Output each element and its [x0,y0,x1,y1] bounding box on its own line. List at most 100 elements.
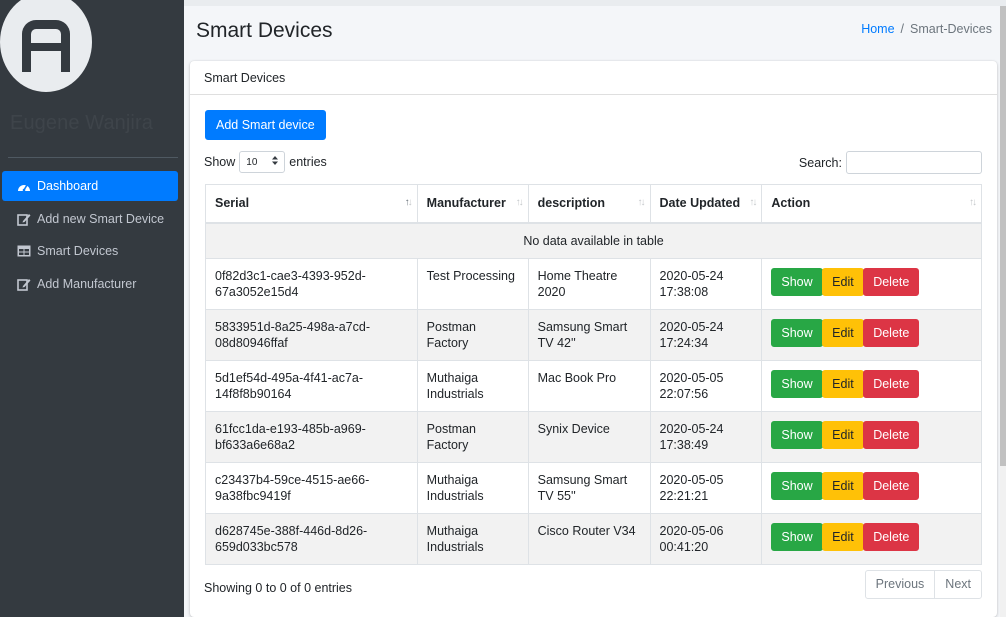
dashboard-icon [17,179,31,193]
cell-actions: Show Edit Delete [761,258,982,310]
edit-button[interactable]: Edit [822,319,864,347]
column-header-serial[interactable]: Serial ↑↓ [205,184,418,224]
column-header-description[interactable]: description ↑↓ [527,184,651,224]
cell-date-updated: 2020-05-24 17:24:34 [649,309,763,361]
table-row: 5833951d-8a25-498a-a7cd-08d80946ffaf Pos… [205,309,982,361]
table-info: Showing 0 to 0 of 0 entries [204,581,353,595]
cell-manufacturer: Postman Factory [416,309,529,361]
table-row: d628745e-388f-446d-8d26-659d033bc578 Mut… [205,513,982,565]
cell-date-updated: 2020-05-24 17:38:08 [649,258,763,310]
cell-serial: 0f82d3c1-cae3-4393-952d-67a3052e15d4 [205,258,418,310]
edit-button[interactable]: Edit [822,523,864,551]
column-header-date-updated[interactable]: Date Updated ↑↓ [649,184,763,224]
table-icon [17,244,31,258]
cell-actions: Show Edit Delete [761,411,982,463]
cell-manufacturer: Test Processing [416,258,529,310]
sidebar-item-smart-devices[interactable]: Smart Devices [2,236,178,266]
delete-button[interactable]: Delete [863,472,920,500]
show-button[interactable]: Show [771,370,823,398]
logo-avatar[interactable] [0,0,92,92]
previous-page-button[interactable]: Previous [866,571,935,598]
cell-serial: 61fcc1da-e193-485b-a969-bf633a6e68a2 [205,411,418,463]
cell-manufacturer: Muthaiga Industrials [416,462,529,514]
cell-description: Samsung Smart TV 55'' [527,462,651,514]
add-smart-device-button[interactable]: Add Smart device [205,110,326,140]
entries-select[interactable]: 10 [239,151,286,173]
pagination: Previous Next [864,570,982,599]
cell-manufacturer: Muthaiga Industrials [416,513,529,565]
sidebar-item-add-manufacturer[interactable]: Add Manufacturer [2,269,178,299]
empty-message: No data available in table [205,222,982,259]
search-label: Search: [798,155,842,170]
delete-button[interactable]: Delete [863,268,920,296]
sidebar-divider [8,157,178,158]
show-button[interactable]: Show [771,523,823,551]
edit-button[interactable]: Edit [822,421,864,449]
sidebar-item-label: Add new Smart Device [37,211,165,226]
sidebar-item-dashboard[interactable]: Dashboard [2,171,178,201]
search-input[interactable] [846,151,982,174]
sidebar-item-add-smart-device[interactable]: Add new Smart Device [2,204,178,234]
vertical-scrollbar[interactable] [1000,6,1006,617]
sort-icon: ↑↓ [637,197,646,208]
edit-button[interactable]: Edit [822,472,864,500]
logo-letter-icon [22,20,70,72]
cell-date-updated: 2020-05-05 22:07:56 [649,360,763,412]
table-row: 61fcc1da-e193-485b-a969-bf633a6e68a2 Pos… [205,411,982,463]
sort-icon: ↑↓ [969,197,977,208]
cell-description: Samsung Smart TV 42'' [527,309,651,361]
table-row: 0f82d3c1-cae3-4393-952d-67a3052e15d4 Tes… [205,258,982,310]
cell-description: Mac Book Pro [527,360,651,412]
table-row: 5d1ef54d-495a-4f41-ac7a-14f8f8b90164 Mut… [205,360,982,412]
user-name[interactable]: Eugene Wanjira [10,112,153,135]
cell-date-updated: 2020-05-05 22:21:21 [649,462,763,514]
column-header-manufacturer[interactable]: Manufacturer ↑↓ [416,184,529,224]
show-button[interactable]: Show [771,268,823,296]
cell-description: Cisco Router V34 [527,513,651,565]
search-control: Search: [799,151,982,174]
breadcrumb-current: Smart-Devices [910,22,992,36]
show-button[interactable]: Show [771,472,823,500]
cell-description: Home Theatre 2020 [527,258,651,310]
show-button[interactable]: Show [771,421,823,449]
cell-actions: Show Edit Delete [761,513,982,565]
top-strip [184,0,1006,6]
next-page-button[interactable]: Next [934,571,981,598]
cell-serial: d628745e-388f-446d-8d26-659d033bc578 [205,513,418,565]
entries-label: entries [289,155,327,169]
breadcrumb-home-link[interactable]: Home [861,22,894,36]
breadcrumb: Home / Smart-Devices [861,22,992,36]
show-button[interactable]: Show [771,319,823,347]
sidebar-item-label: Smart Devices [37,244,119,258]
scrollbar-thumb[interactable] [1000,6,1006,466]
edit-icon [17,212,31,226]
delete-button[interactable]: Delete [863,421,920,449]
edit-button[interactable]: Edit [822,370,864,398]
sidebar-item-label: Add Manufacturer [37,276,137,291]
cell-serial: c23437b4-59ce-4515-ae66-9a38fbc9419f [205,462,418,514]
smart-devices-card: Smart Devices Add Smart device Show 10 e… [190,61,997,617]
cell-actions: Show Edit Delete [761,309,982,361]
cell-description: Synix Device [527,411,651,463]
delete-button[interactable]: Delete [863,523,920,551]
entries-select-value: 10 [246,156,258,168]
sidebar-nav: Dashboard Add new Smart Device Smart Dev… [2,171,178,301]
entries-length-control: Show 10 entries [204,151,327,173]
table-header-row: Serial ↑↓ Manufacturer ↑↓ description ↑↓ Da… [205,184,982,224]
edit-button[interactable]: Edit [822,268,864,296]
cell-serial: 5833951d-8a25-498a-a7cd-08d80946ffaf [205,309,418,361]
sidebar: Eugene Wanjira Dashboard Add new Smart D… [0,0,184,617]
delete-button[interactable]: Delete [863,319,920,347]
cell-serial: 5d1ef54d-495a-4f41-ac7a-14f8f8b90164 [205,360,418,412]
show-label: Show [204,155,236,169]
delete-button[interactable]: Delete [863,370,920,398]
sidebar-item-label: Dashboard [37,179,99,193]
select-arrows-icon [272,156,279,168]
empty-row: No data available in table [205,222,982,259]
column-header-action[interactable]: Action ↑↓ [761,184,982,224]
cell-date-updated: 2020-05-06 00:41:20 [649,513,763,565]
smart-devices-table: Serial ↑↓ Manufacturer ↑↓ description ↑↓ Da… [205,184,982,565]
breadcrumb-separator: / [900,22,905,36]
sort-asc-icon: ↑↓ [404,197,413,208]
table-row: c23437b4-59ce-4515-ae66-9a38fbc9419f Mut… [205,462,982,514]
